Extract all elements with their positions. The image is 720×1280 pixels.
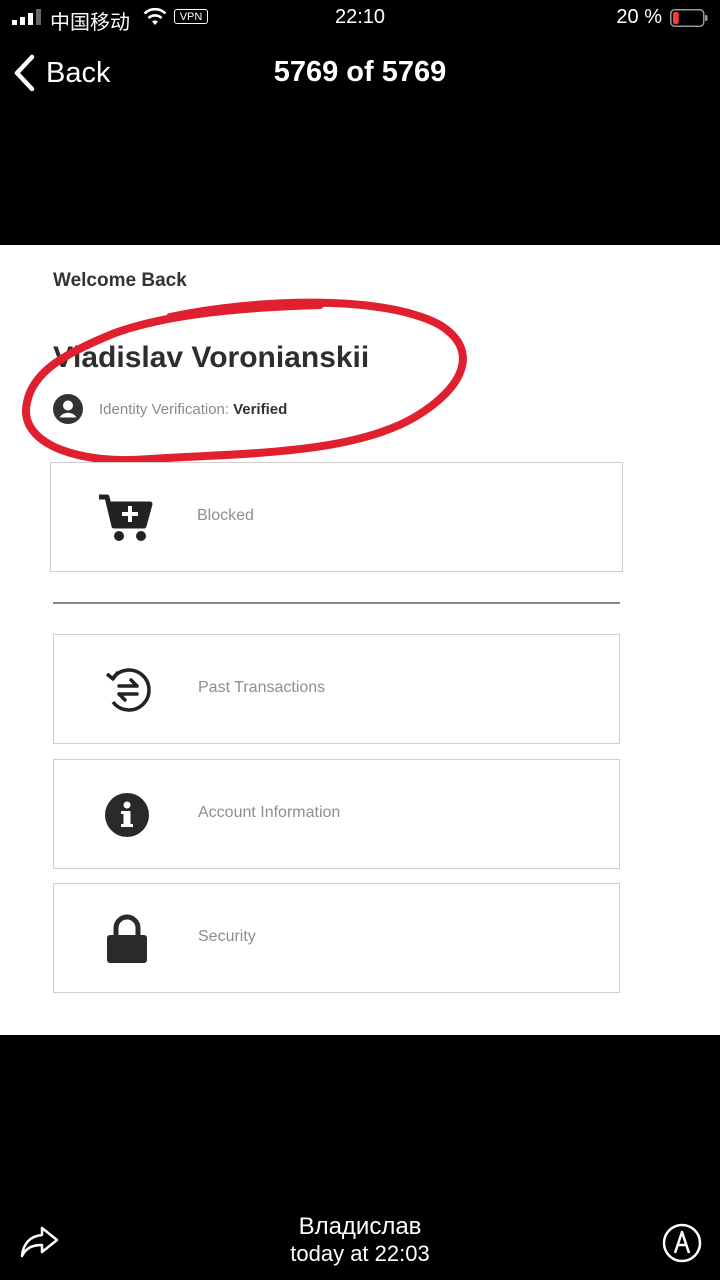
past-transactions-card[interactable]: Past Transactions (53, 634, 620, 744)
blocked-card[interactable]: Blocked (50, 462, 623, 572)
security-card[interactable]: Security (53, 883, 620, 993)
markup-pen-icon (662, 1223, 702, 1263)
clock: 22:10 (334, 6, 386, 28)
red-circle-annotation (21, 298, 467, 464)
status-bar: 中国移动 VPN 22:10 20 % (0, 0, 720, 36)
sender-name: Владислав (298, 1213, 422, 1240)
sent-time: today at 22:03 (290, 1241, 430, 1266)
blocked-label: Blocked (197, 507, 254, 524)
photo-counter-title: 5769 of 5769 (273, 56, 447, 88)
security-label: Security (198, 928, 256, 945)
navigation-bar: Back 5769 of 5769 (0, 40, 720, 106)
markup-button[interactable] (662, 1223, 702, 1268)
battery-percentage: 20 % (616, 6, 662, 28)
battery-icon (670, 9, 708, 27)
account-information-card[interactable]: Account Information (53, 759, 620, 869)
screenshot-image: Welcome Back Vladislav Voronianskii Iden… (0, 245, 720, 1035)
divider (53, 602, 620, 604)
viewer-footer: Владислав today at 22:03 (0, 1035, 720, 1280)
past-transactions-label: Past Transactions (198, 679, 326, 696)
welcome-heading: Welcome Back (53, 270, 187, 291)
cart-plus-icon (99, 494, 153, 541)
lock-icon (107, 914, 147, 963)
exchange-icon (105, 668, 151, 712)
account-information-label: Account Information (198, 804, 341, 821)
info-icon (105, 793, 149, 837)
